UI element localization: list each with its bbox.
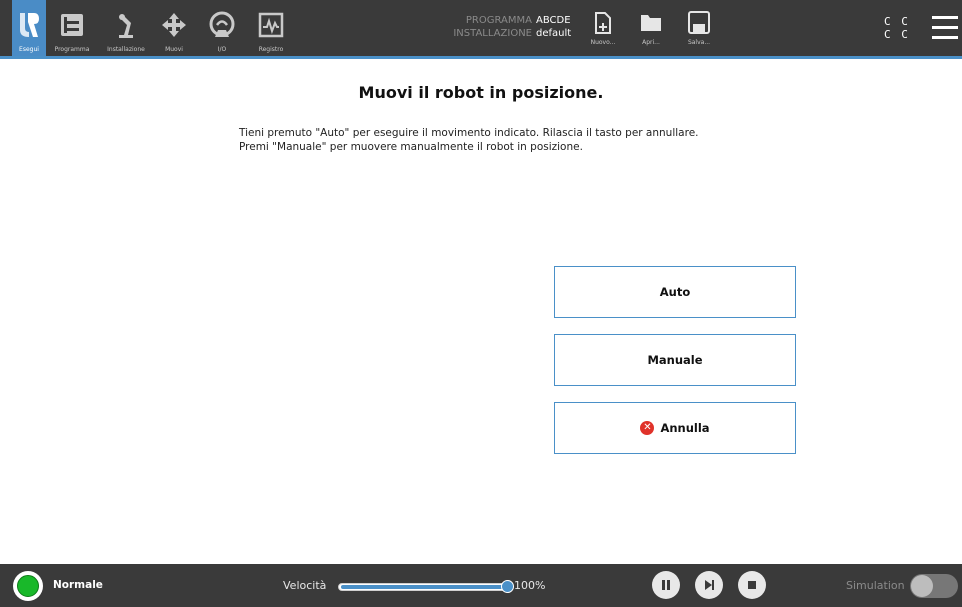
save-label: Salva... [687, 39, 711, 46]
operation-mode: Normale [53, 579, 103, 591]
program-name: ABCDE [536, 15, 571, 26]
step-button[interactable] [695, 571, 723, 599]
top-toolbar: Esegui Programma Installazione Muovi I/O… [0, 0, 962, 56]
toggle-knob [911, 575, 933, 597]
new-file-icon [595, 12, 611, 34]
log-chart-icon [258, 12, 284, 38]
nav-programma-button[interactable]: Programma [54, 0, 90, 56]
manual-button[interactable]: Manuale [554, 334, 796, 386]
cc-row: C C [884, 28, 910, 41]
instruction-line: Premi "Manuale" per muovere manualmente … [239, 141, 583, 153]
nav-label: Registro [258, 46, 284, 53]
program-label: PROGRAMMA [465, 15, 532, 26]
program-info: PROGRAMMA ABCDE INSTALLAZIONE default [430, 14, 571, 40]
pause-icon [662, 580, 670, 590]
auto-button[interactable]: Auto [554, 266, 796, 318]
cancel-button[interactable]: ✕ Annulla [554, 402, 796, 454]
speed-slider-handle[interactable] [501, 580, 514, 593]
stop-button[interactable] [738, 571, 766, 599]
save-program-button[interactable]: Salva... [683, 0, 715, 56]
new-program-button[interactable]: Nuovo... [586, 0, 620, 56]
cancel-x-icon: ✕ [640, 421, 655, 435]
nav-esegui-button[interactable]: Esegui [12, 0, 46, 56]
nav-registro-button[interactable]: Registro [253, 0, 289, 56]
nav-label: Programma [54, 46, 90, 53]
nav-muovi-button[interactable]: Muovi [158, 0, 190, 56]
installation-arm-icon [119, 14, 133, 38]
installation-label: INSTALLAZIONE [453, 28, 532, 39]
speed-label: Velocità [283, 579, 327, 592]
nav-label: Muovi [165, 46, 183, 53]
nav-label: Installazione [107, 46, 145, 53]
pause-button[interactable] [652, 571, 680, 599]
new-label: Nuovo... [590, 39, 616, 46]
auto-label: Auto [659, 285, 691, 299]
speed-slider[interactable] [338, 583, 510, 591]
io-icon [209, 11, 235, 37]
instructions: Tieni premuto "Auto" per eseguire il mov… [239, 126, 699, 154]
simulation-label: Simulation [846, 579, 905, 592]
cancel-label: Annulla [660, 421, 710, 435]
status-light-icon [17, 575, 39, 597]
open-label: Apri... [642, 39, 660, 46]
speed-slider-fill [341, 585, 507, 589]
installation-name: default [536, 28, 572, 39]
stop-icon [748, 581, 756, 589]
save-disk-icon [688, 11, 710, 34]
hamburger-menu-icon[interactable] [932, 16, 958, 40]
instruction-line: Tieni premuto "Auto" per eseguire il mov… [239, 127, 699, 139]
control-status-indicator: C C C C [884, 15, 910, 41]
nav-label: I/O [217, 46, 227, 53]
folder-icon [641, 15, 661, 31]
nav-io-button[interactable]: I/O [205, 0, 239, 56]
move-arrows-icon [162, 13, 186, 37]
speed-value: 100% [514, 579, 546, 592]
program-tree-icon [61, 14, 83, 36]
cc-row: C C [884, 15, 910, 28]
open-program-button[interactable]: Apri... [636, 0, 666, 56]
page-title: Muovi il robot in posizione. [358, 83, 604, 102]
simulation-toggle[interactable] [910, 574, 958, 598]
bottom-status-bar: Normale Velocità 100% Simulation [0, 564, 962, 607]
nav-installazione-button[interactable]: Installazione [102, 0, 150, 56]
manual-label: Manuale [647, 353, 703, 367]
ur-logo-icon [20, 13, 39, 37]
power-status-button[interactable] [13, 571, 43, 601]
toolbar-accent-line [0, 56, 962, 59]
nav-label: Esegui [19, 46, 39, 53]
step-forward-icon [705, 580, 714, 590]
